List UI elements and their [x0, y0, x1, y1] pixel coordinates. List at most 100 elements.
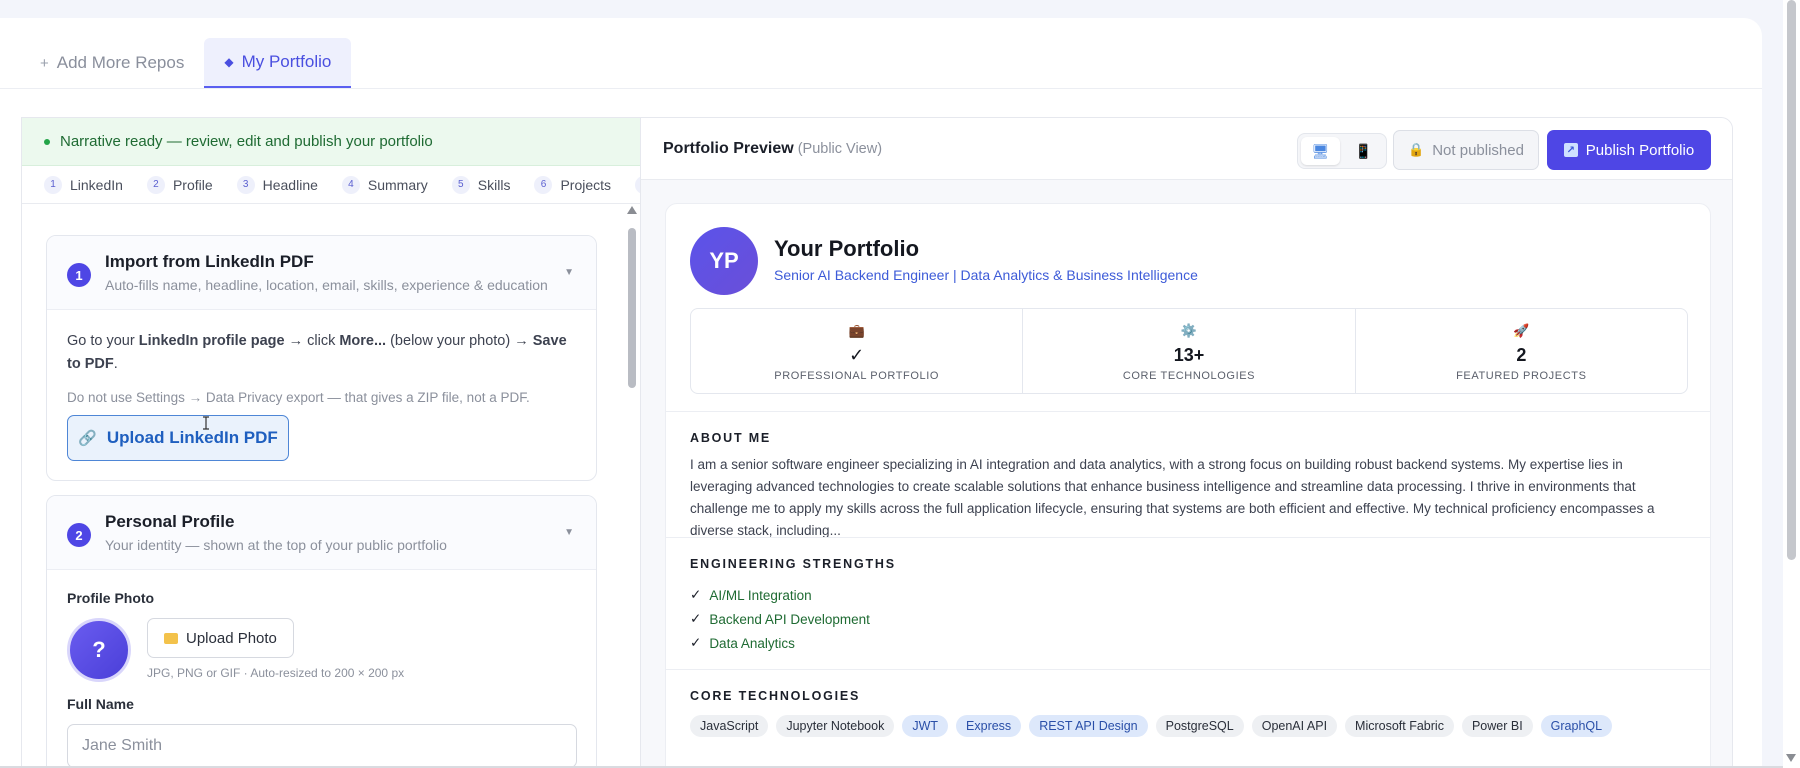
preview-panel: Portfolio Preview (Public View) 🖥 📱 🔒 Not…: [640, 117, 1733, 768]
status-banner-text: Narrative ready — review, edit and publi…: [60, 133, 433, 150]
full-name-input[interactable]: [67, 724, 577, 767]
chevron-down-icon[interactable]: ▼: [564, 527, 574, 538]
mobile-view-icon[interactable]: 📱: [1344, 137, 1383, 165]
preview-title: Portfolio Preview (Public View): [663, 140, 883, 157]
step-projects[interactable]: 6 Projects: [534, 175, 612, 194]
window-scrollbar[interactable]: [1783, 0, 1800, 768]
step-label: Profile: [172, 176, 213, 193]
preview-header: Portfolio Preview (Public View) 🖥 📱 🔒 Not…: [641, 118, 1732, 180]
check-icon: ✓: [690, 635, 702, 650]
step-skills[interactable]: 5 Skills: [451, 175, 511, 194]
desktop-view-icon[interactable]: 🖥: [1301, 137, 1340, 165]
step-label: Summary: [367, 176, 428, 193]
step-badge: 1: [67, 263, 91, 287]
check-icon: ✓: [690, 611, 702, 626]
step-number: 2: [146, 175, 165, 194]
section-title: ABOUT ME: [690, 431, 772, 445]
scrollbar-thumb[interactable]: [1787, 0, 1796, 560]
scroll-down-icon[interactable]: [1786, 754, 1796, 762]
step-badge: 2: [67, 523, 91, 547]
technology-chip: JavaScript: [690, 715, 769, 737]
import-linkedin-header[interactable]: 1 Import from LinkedIn PDF Auto-fills na…: [47, 236, 596, 310]
about-section: ABOUT ME I am a senior software engineer…: [666, 411, 1710, 538]
publish-portfolio-button[interactable]: ↗ Publish Portfolio: [1547, 130, 1711, 170]
upload-photo-button[interactable]: Upload Photo: [147, 618, 294, 658]
chevron-down-icon[interactable]: ▼: [564, 267, 574, 278]
personal-profile-card: 2 Personal Profile Your identity — shown…: [46, 495, 597, 767]
main-tabs: + Add More Repos ◆ My Portfolio: [20, 38, 352, 88]
import-linkedin-body: Go to your LinkedIn profile page → click…: [47, 310, 596, 480]
step-number: 6: [534, 175, 553, 194]
step-number: 1: [44, 175, 62, 194]
link-icon: 🔗: [78, 430, 97, 447]
step-label: Projects: [560, 176, 612, 193]
not-published-badge: 🔒 Not published: [1393, 130, 1539, 170]
technology-chip: Jupyter Notebook: [776, 715, 895, 737]
card-title: Import from LinkedIn PDF: [105, 252, 314, 271]
scroll-up-icon[interactable]: [627, 206, 637, 214]
tab-add-more-repos[interactable]: + Add More Repos: [20, 38, 204, 88]
avatar-placeholder: ?: [67, 618, 131, 682]
import-instructions: Go to your LinkedIn profile page → click…: [67, 333, 567, 372]
list-item: ✓ Data Analytics: [690, 635, 795, 651]
import-linkedin-card: 1 Import from LinkedIn PDF Auto-fills na…: [46, 235, 597, 481]
technology-chip: JWT: [902, 715, 949, 737]
step-label: LinkedIn: [70, 176, 123, 193]
step-number: 3: [236, 175, 255, 194]
editor-scrollbar[interactable]: [626, 206, 638, 767]
rocket-icon: 🚀: [1513, 323, 1530, 338]
upload-photo-label: Upload Photo: [186, 629, 277, 647]
portfolio-headline: Senior AI Backend Engineer | Data Analyt…: [774, 267, 1198, 283]
scrollbar-thumb[interactable]: [628, 228, 636, 388]
card-subtitle: Auto-fills name, headline, location, ema…: [105, 277, 548, 293]
portfolio-hero: YP Your Portfolio Senior AI Backend Engi…: [666, 204, 1710, 298]
editor-panel: Narrative ready — review, edit and publi…: [21, 117, 640, 768]
step-label: Skills: [477, 176, 511, 193]
step-number: 4: [341, 175, 360, 194]
stat-label: FEATURED PROJECTS: [1456, 370, 1587, 382]
text-cursor-icon: [202, 416, 210, 430]
stat-label: PROFESSIONAL PORTFOLIO: [774, 370, 940, 382]
photo-upload-group: Upload Photo JPG, PNG or GIF · Auto-resi…: [147, 618, 404, 682]
import-warning: Do not use Settings → Data Privacy expor…: [67, 390, 530, 405]
tab-my-portfolio[interactable]: ◆ My Portfolio: [204, 38, 352, 88]
strengths-section: ENGINEERING STRENGTHS ✓ AI/ML Integration…: [666, 537, 1710, 669]
gear-icon: ⚙️: [1180, 323, 1198, 338]
tabs-divider: [0, 88, 1762, 89]
tab-label: Add More Repos: [56, 53, 185, 72]
technology-chip: GraphQL: [1540, 715, 1613, 737]
preview-subtitle: (Public View): [797, 141, 883, 157]
technology-chips: JavaScript Jupyter Notebook JWT Express REST…: [690, 715, 1688, 737]
upload-linkedin-pdf-button[interactable]: 🔗 Upload LinkedIn PDF: [67, 415, 289, 461]
external-link-icon: ↗: [1563, 143, 1578, 157]
upload-linkedin-label: Upload LinkedIn PDF: [106, 428, 278, 447]
photo-row: ? Upload Photo JPG, PNG or GIF · Auto-re…: [67, 618, 576, 682]
stat-value: 2: [1516, 345, 1527, 365]
stat-label: CORE TECHNOLOGIES: [1122, 370, 1256, 382]
stats-row: 💼 ✓ PROFESSIONAL PORTFOLIO ⚙️ 13+ CORE T…: [690, 308, 1688, 394]
step-nav: 1 LinkedIn 2 Profile 3 Headline 4 Summary 5S…: [22, 166, 640, 204]
personal-profile-header[interactable]: 2 Personal Profile Your identity — shown…: [47, 496, 596, 570]
avatar: YP: [690, 227, 758, 295]
step-summary[interactable]: 4 Summary: [341, 175, 428, 194]
step-label: Headline: [262, 176, 318, 193]
stat-core-technologies: ⚙️ 13+ CORE TECHNOLOGIES: [1023, 309, 1356, 393]
technology-chip: PostgreSQL: [1155, 715, 1244, 737]
diamond-icon: ◆: [224, 55, 234, 69]
window-top-strip: [0, 0, 1800, 18]
portfolio-name: Your Portfolio: [774, 236, 920, 261]
step-linkedin[interactable]: 1 LinkedIn: [44, 175, 123, 194]
step-headline[interactable]: 3 Headline: [236, 175, 318, 194]
technology-chip: Microsoft Fabric: [1345, 715, 1454, 737]
status-banner: Narrative ready — review, edit and publi…: [22, 118, 640, 166]
technology-chip: OpenAI API: [1251, 715, 1338, 737]
status-dot-icon: [44, 138, 50, 145]
app-window: + Add More Repos ◆ My Portfolio Narrativ…: [0, 18, 1762, 768]
technology-chip: Power BI: [1461, 715, 1533, 737]
step-profile[interactable]: 2 Profile: [146, 175, 213, 194]
list-item: ✓ Backend API Development: [690, 611, 870, 627]
step-number: 5: [451, 175, 470, 194]
editor-scroll-area: 1 Import from LinkedIn PDF Auto-fills na…: [22, 205, 622, 767]
section-title: ENGINEERING STRENGTHS: [690, 557, 896, 571]
about-text: I am a senior software engineer speciali…: [690, 457, 1655, 538]
